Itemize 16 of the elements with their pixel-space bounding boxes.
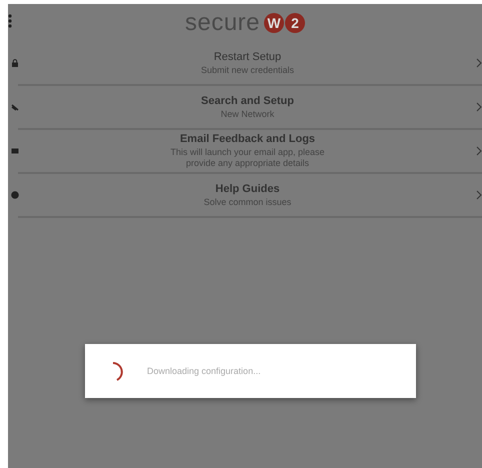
menu-item-subtitle: This will launch your email app, please provide any appropriate details [169, 147, 326, 169]
menu-item-title[interactable]: Help Guides [215, 182, 280, 194]
lock-icon [11, 59, 19, 67]
chevron-icon[interactable] [476, 190, 482, 200]
logo-badge: W [264, 13, 284, 33]
menu-item-subtitle: Submit new credentials [200, 64, 294, 76]
menu-item-title[interactable]: Search and Setup [201, 94, 294, 106]
progress-message: Downloading configuration... [147, 366, 261, 376]
logo-badge: 2 [285, 13, 306, 33]
menu-item-title[interactable]: Email Feedback and Logs [180, 133, 316, 145]
chevron-icon[interactable] [476, 58, 482, 68]
menu-icon[interactable] [8, 14, 12, 30]
menu-item-subtitle: New Network [220, 108, 274, 120]
menu-item-title[interactable]: Restart Setup [214, 50, 282, 62]
chevron-icon[interactable] [476, 146, 482, 156]
chevron-icon[interactable] [476, 102, 482, 112]
